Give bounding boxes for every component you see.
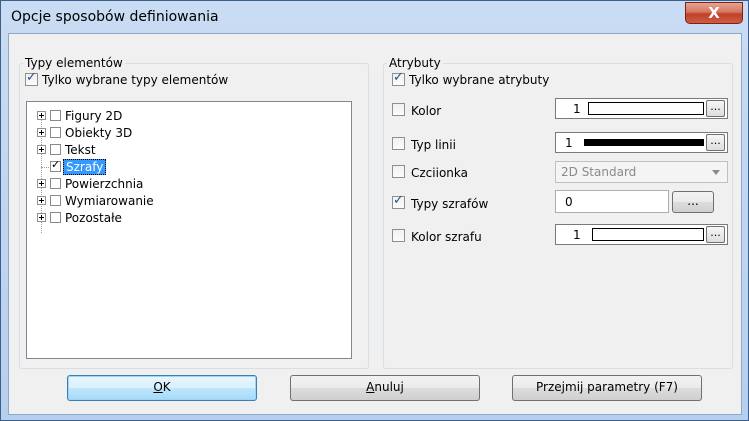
font-combobox[interactable]: 2D Standard — [555, 161, 728, 183]
kolor-field[interactable]: 1 ... — [555, 98, 728, 119]
tree-item-pozostale[interactable]: Pozostałe — [65, 211, 122, 225]
cancel-label: nuluj — [374, 380, 404, 394]
close-button[interactable]: X — [685, 2, 743, 24]
czcionka-checkbox[interactable] — [392, 165, 405, 178]
kolor-szrafu-value: 1 — [573, 228, 581, 242]
hatch-type-ellipsis-button[interactable]: ... — [672, 191, 714, 213]
font-value: 2D Standard — [561, 165, 637, 179]
take-parameters-button[interactable]: Przejmij parametry (F7) — [512, 375, 702, 401]
typ-linii-value: 1 — [565, 136, 573, 150]
only-selected-types-checkbox[interactable] — [25, 70, 38, 86]
tree-checkbox-szrafy[interactable] — [50, 158, 61, 172]
tree-checkbox-powierzchnia[interactable] — [50, 178, 61, 189]
chevron-down-icon — [712, 170, 720, 175]
tree-checkbox-pozostale[interactable] — [50, 212, 61, 223]
kolor-label[interactable]: Kolor — [411, 104, 441, 118]
kolor-checkbox[interactable] — [392, 103, 405, 116]
dialog-client: Typy elementów Tylko wybrane typy elemen… — [8, 33, 742, 415]
tree-checkbox-tekst[interactable] — [50, 144, 61, 155]
attributes-group-label: Atrybuty — [387, 56, 443, 70]
kolor-value: 1 — [573, 102, 581, 116]
typ-linii-field[interactable]: 1 ... — [555, 132, 728, 153]
close-icon: X — [708, 4, 720, 22]
tree-checkbox-wymiarowanie[interactable] — [50, 195, 61, 206]
types-group-label: Typy elementów — [23, 56, 125, 70]
expand-icon[interactable] — [37, 196, 46, 205]
cancel-button[interactable]: Anuluj — [290, 375, 480, 401]
tree-checkbox-figury-2d[interactable] — [50, 110, 61, 121]
typ-linii-ellipsis-button[interactable]: ... — [706, 134, 725, 151]
kolor-szrafu-field[interactable]: 1 ... — [555, 224, 728, 245]
tree-connector — [41, 167, 49, 168]
typy-szrafow-checkbox[interactable] — [392, 193, 405, 209]
ok-mnemonic: O — [153, 380, 163, 394]
kolor-szrafu-label[interactable]: Kolor szrafu — [411, 230, 482, 244]
tree-checkbox-obiekty-3d[interactable] — [50, 127, 61, 138]
kolor-ellipsis-button[interactable]: ... — [706, 100, 725, 117]
expand-icon[interactable] — [37, 111, 46, 120]
tree-item-figury-2d[interactable]: Figury 2D — [65, 109, 122, 123]
only-selected-attrs-checkbox[interactable] — [392, 70, 405, 86]
tree-item-obiekty-3d[interactable]: Obiekty 3D — [65, 126, 132, 140]
typy-szrafow-label[interactable]: Typy szrafów — [411, 197, 488, 211]
kolor-swatch — [588, 102, 704, 115]
czcionka-label[interactable]: Czciionka — [411, 166, 468, 180]
kolor-szrafu-swatch — [592, 228, 704, 241]
tree-item-wymiarowanie[interactable]: Wymiarowanie — [65, 194, 154, 208]
ok-label: K — [162, 380, 171, 394]
kolor-szrafu-checkbox[interactable] — [392, 229, 405, 242]
typ-linii-checkbox[interactable] — [392, 137, 405, 150]
ok-button[interactable]: OK — [67, 375, 257, 401]
expand-icon[interactable] — [37, 213, 46, 222]
line-type-preview — [584, 139, 704, 146]
dialog-window: Opcje sposobów definiowania X Typy eleme… — [0, 0, 749, 421]
hatch-type-value: 0 — [565, 195, 573, 209]
window-title: Opcje sposobów definiowania — [11, 9, 219, 25]
tree-item-powierzchnia[interactable]: Powierzchnia — [65, 177, 143, 191]
tree-item-tekst[interactable]: Tekst — [65, 143, 96, 157]
only-selected-attrs-label[interactable]: Tylko wybrane atrybuty — [409, 73, 549, 87]
expand-icon[interactable] — [37, 145, 46, 154]
hatch-type-field[interactable]: 0 — [555, 190, 669, 213]
title-bar[interactable]: Opcje sposobów definiowania X — [1, 1, 748, 33]
tree-item-szrafy[interactable]: Szrafy — [63, 159, 107, 175]
element-type-tree[interactable]: Figury 2D Obiekty 3D Tekst Szrafy Powier… — [26, 101, 352, 359]
typ-linii-label[interactable]: Typ linii — [411, 138, 456, 152]
expand-icon[interactable] — [37, 179, 46, 188]
expand-icon[interactable] — [37, 128, 46, 137]
kolor-szrafu-ellipsis-button[interactable]: ... — [706, 226, 725, 243]
only-selected-types-label[interactable]: Tylko wybrane typy elementów — [42, 73, 228, 87]
